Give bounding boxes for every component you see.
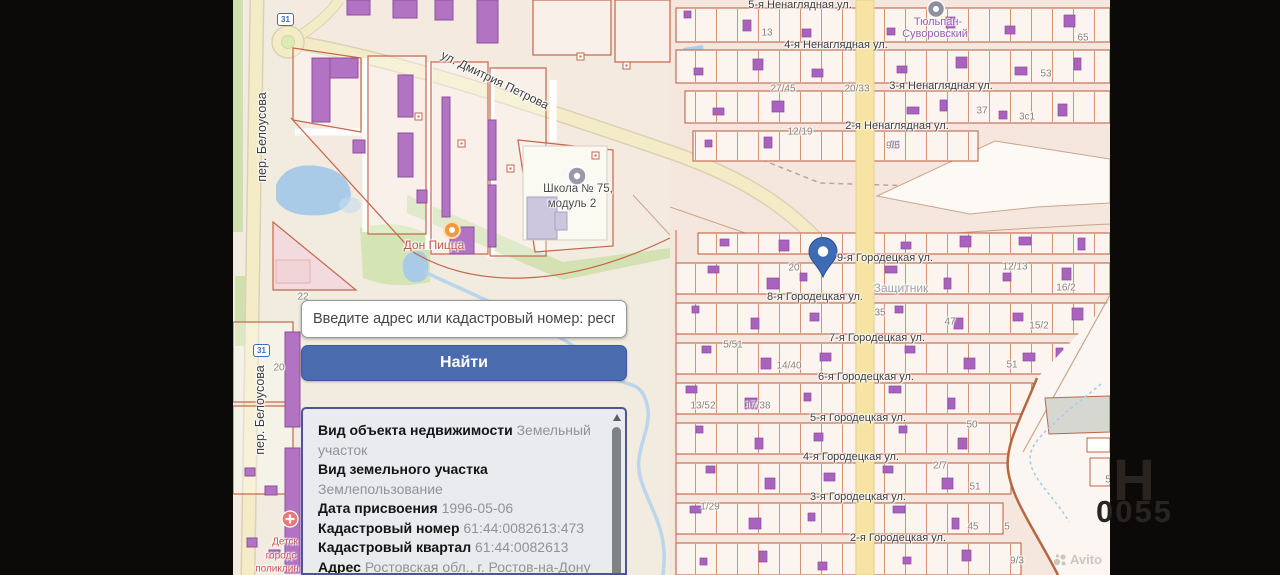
- info-field-label: Дата присвоения: [318, 500, 438, 516]
- info-field-value: Землепользование: [318, 480, 443, 497]
- info-panel-content: Вид объекта недвижимости Земельный участ…: [303, 409, 625, 575]
- info-field-value: 61:44:0082613: [471, 539, 569, 555]
- scrollbar-up-arrow[interactable]: [613, 414, 621, 421]
- pizza-icon[interactable]: [443, 221, 461, 239]
- info-field-label: Кадастровый квартал: [318, 539, 472, 555]
- info-field: Дата присвоения 1996-05-06: [318, 499, 593, 519]
- info-field-value: Ростовская обл., г. Ростов-на-Дону: [360, 558, 591, 575]
- road-yellow-vertical: [855, 0, 875, 575]
- info-field: Кадастровый квартал 61:44:0082613: [318, 538, 593, 558]
- screenshot-stage: 31 31 Avito 5-я Ненаглядная ул. 4-я Ненаг…: [0, 0, 1280, 575]
- parcel: [1086, 437, 1110, 453]
- search-button[interactable]: Найти: [301, 345, 627, 381]
- info-field: Кадастровый номер 61:44:0082613:473: [318, 519, 593, 539]
- info-field-label: Адрес: [318, 558, 361, 575]
- watermark-number: 0055: [1096, 494, 1173, 529]
- info-field-value: 1996-05-06: [437, 500, 514, 516]
- school-icon[interactable]: [567, 166, 587, 186]
- info-panel: Вид объекта недвижимости Земельный участ…: [301, 407, 627, 575]
- tulip-poi-icon[interactable]: [926, 0, 946, 19]
- info-field-label: Вид земельного участка: [318, 461, 488, 477]
- green-strip: [233, 0, 243, 232]
- clinic-icon[interactable]: [281, 510, 299, 528]
- info-field: Вид объекта недвижимости Земельный участ…: [318, 421, 593, 460]
- info-field-label: Кадастровый номер: [318, 519, 460, 536]
- info-field: Вид земельного участка Землепользование: [318, 460, 593, 499]
- info-field-value: 61:44:0082613:473: [459, 519, 585, 536]
- panel-scrollbar[interactable]: [611, 412, 623, 573]
- inner-parcel: [275, 259, 311, 284]
- letterbox-left: [0, 0, 233, 575]
- info-field-label: Вид объекта недвижимости: [318, 422, 513, 438]
- info-field: Адрес Ростовская обл., г. Ростов-на-Дону: [318, 558, 593, 575]
- pond-small: [402, 251, 429, 283]
- roundabout-island: [281, 35, 295, 49]
- search-input[interactable]: [301, 300, 627, 338]
- pond-faint: [339, 197, 361, 213]
- scrollbar-thumb[interactable]: [612, 427, 621, 573]
- gray-parcel: [1044, 395, 1110, 435]
